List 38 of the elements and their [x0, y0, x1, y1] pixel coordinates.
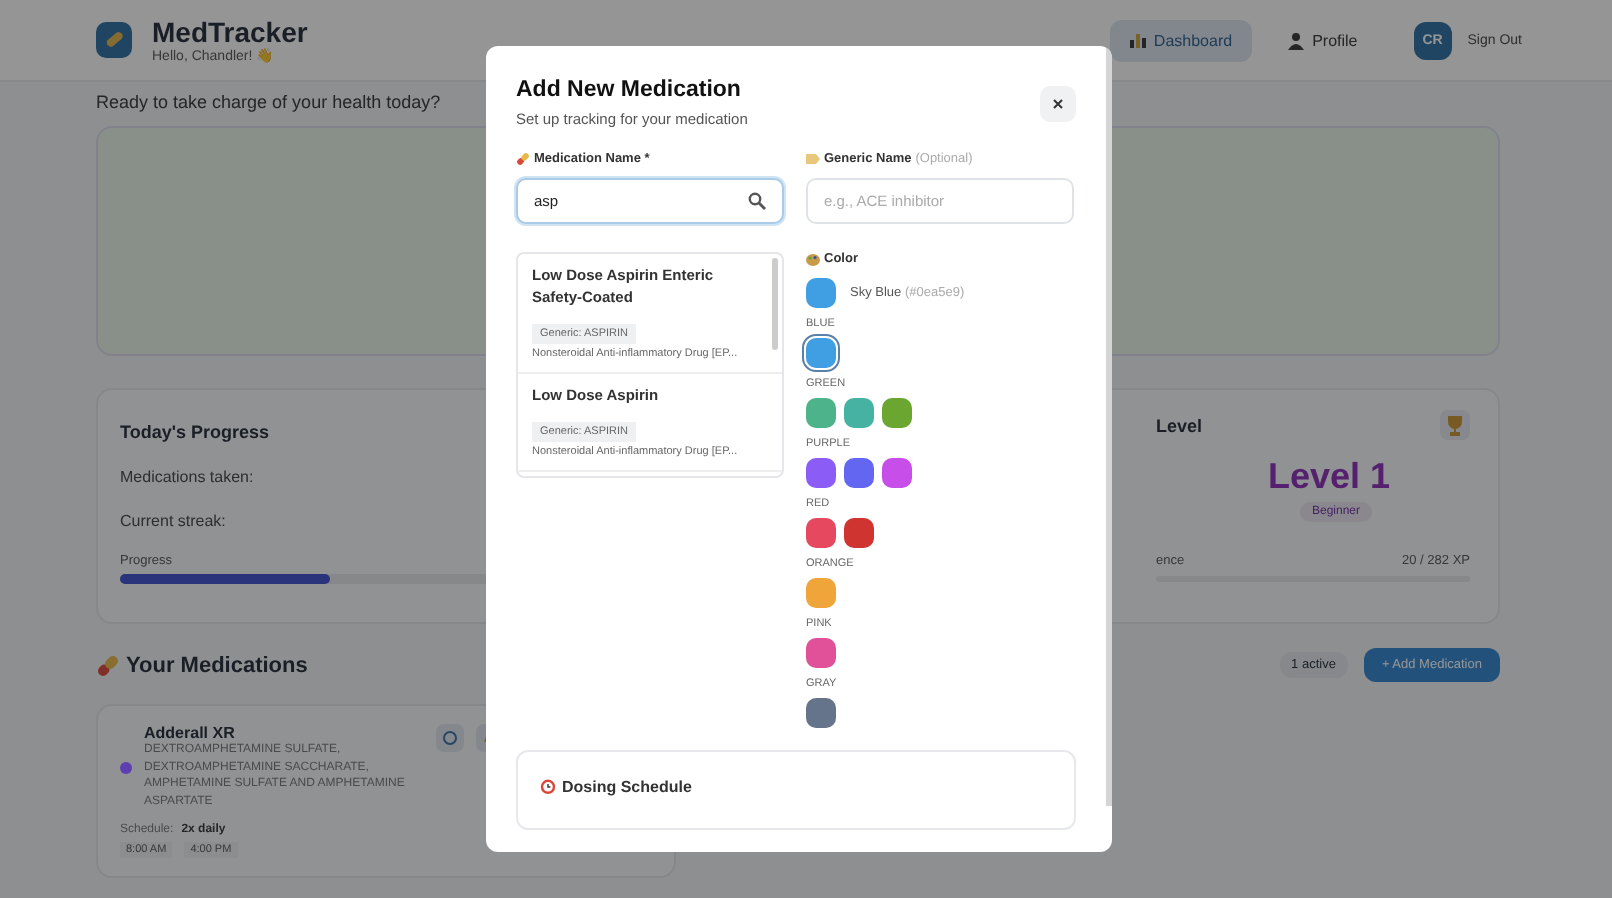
- medication-name: Adderall XR: [144, 724, 237, 742]
- card-title: Level: [1156, 415, 1203, 435]
- pill-logo-icon: [96, 22, 132, 58]
- alarm-clock-icon: [540, 778, 556, 794]
- dialog-title: Add New Medication: [516, 78, 743, 102]
- pill-icon: [96, 653, 120, 677]
- app-name: MedTracker: [152, 16, 308, 48]
- tag-icon: [806, 154, 820, 164]
- color-swatch[interactable]: [806, 398, 836, 428]
- bar-chart-icon: [1129, 32, 1146, 48]
- card-title: Today's Progress: [120, 422, 270, 442]
- color-swatch[interactable]: [844, 518, 874, 548]
- color-swatch[interactable]: [806, 578, 836, 608]
- color-swatch[interactable]: [806, 458, 836, 488]
- pill-icon: [516, 152, 530, 166]
- person-icon: [1288, 31, 1305, 49]
- chat-icon[interactable]: [436, 724, 464, 752]
- color-swatch[interactable]: [806, 638, 836, 668]
- color-swatch[interactable]: [882, 458, 912, 488]
- search-icon: [748, 192, 766, 210]
- section-title: Your Medications: [126, 653, 308, 677]
- close-icon: [1052, 98, 1064, 110]
- color-swatch[interactable]: [882, 398, 912, 428]
- nav-tab[interactable]: Dashboard: [1109, 19, 1253, 61]
- nav-tab[interactable]: Profile: [1268, 19, 1378, 61]
- stat-label: Medications taken:: [120, 468, 254, 486]
- color-swatch[interactable]: [806, 338, 836, 368]
- color-swatch[interactable]: [844, 398, 874, 428]
- color-swatch[interactable]: [806, 698, 836, 728]
- color-swatch[interactable]: [844, 458, 874, 488]
- palette-icon: [806, 253, 820, 265]
- level-number: Level 1: [1268, 456, 1393, 498]
- section-title: Dosing Schedule: [562, 778, 692, 796]
- stat-label: Current streak:: [120, 512, 226, 530]
- trophy-icon: [1440, 410, 1470, 440]
- welcome-text: Ready to take charge of your health today?: [96, 92, 441, 112]
- close-button[interactable]: [1040, 86, 1076, 122]
- color-swatch[interactable]: [806, 518, 836, 548]
